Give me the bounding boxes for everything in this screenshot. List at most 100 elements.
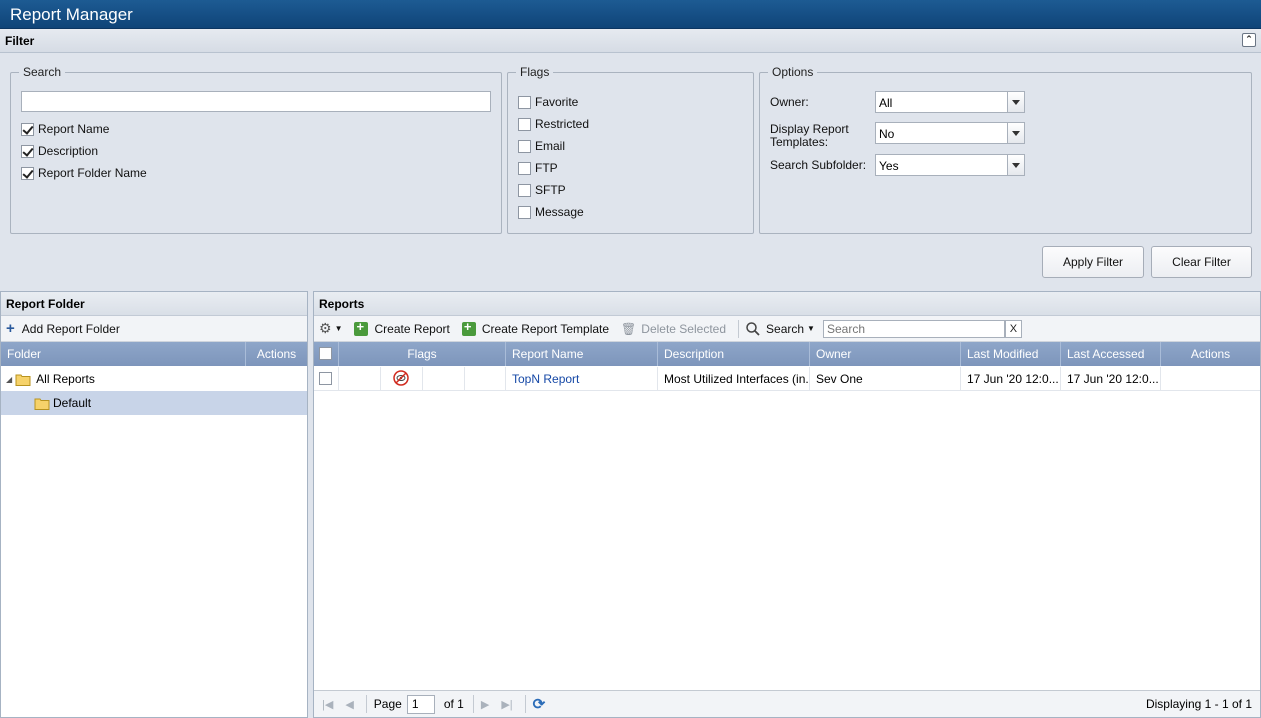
column-header-last-accessed[interactable]: Last Accessed	[1061, 342, 1161, 366]
search-option-folder-name[interactable]: Report Folder Name	[21, 164, 147, 182]
table-row[interactable]: TopN Report Most Utilized Interfaces (in…	[314, 367, 1260, 391]
folder-name-checkbox[interactable]	[21, 166, 34, 180]
column-header-folder[interactable]: Folder	[1, 342, 246, 366]
reports-search-input[interactable]	[822, 319, 1005, 338]
search-menu-label: Search	[766, 321, 805, 336]
flag-option-restricted[interactable]: Restricted	[518, 115, 589, 133]
chevron-down-icon[interactable]	[1007, 92, 1024, 112]
column-header-actions[interactable]: Actions	[1161, 342, 1260, 366]
templates-label: Display Report Templates:	[770, 122, 849, 149]
report-last-accessed: 17 Jun '20 12:0...	[1061, 367, 1161, 391]
tree-node-label: All Reports	[36, 372, 95, 386]
favorite-label: Favorite	[535, 95, 579, 109]
report-folder-title: Report Folder	[1, 292, 307, 316]
favorite-checkbox[interactable]	[518, 95, 531, 109]
clear-search-button[interactable]: X	[1004, 319, 1022, 338]
tree-node-default[interactable]: Default	[1, 391, 307, 415]
description-checkbox[interactable]	[21, 144, 34, 158]
flag-cell	[423, 367, 465, 391]
paging-separator	[365, 695, 367, 713]
templates-select[interactable]: No	[875, 122, 1025, 144]
reports-panel: Reports ⚙ ▼ Create Report Create Report …	[313, 291, 1261, 718]
column-header-actions[interactable]: Actions	[246, 342, 307, 366]
add-report-folder-button[interactable]: + Add Report Folder	[6, 319, 120, 337]
chevron-down-icon: ▼	[807, 324, 815, 333]
apply-filter-button[interactable]: Apply Filter	[1042, 246, 1144, 278]
report-name-label: Report Name	[38, 122, 110, 136]
folder-icon	[15, 374, 31, 386]
collapse-up-icon[interactable]: ⌃	[1242, 33, 1256, 47]
column-header-flags[interactable]: Flags	[339, 342, 506, 366]
column-header-description[interactable]: Description	[658, 342, 810, 366]
report-folder-panel: Report Folder + Add Report Folder Folder…	[0, 291, 308, 718]
sftp-label: SFTP	[535, 183, 566, 197]
paging-separator	[472, 695, 474, 713]
delete-selected-button[interactable]: 🗑 Delete Selected	[621, 322, 726, 336]
chevron-down-icon: ▼	[334, 324, 343, 333]
flag-option-email[interactable]: Email	[518, 137, 565, 155]
subfolder-select[interactable]: Yes	[875, 154, 1025, 176]
search-option-report-name[interactable]: Report Name	[21, 120, 109, 138]
create-report-label: Create Report	[374, 321, 450, 336]
expanded-triangle-icon[interactable]: ◢	[6, 375, 12, 384]
clear-filter-button[interactable]: Clear Filter	[1151, 246, 1252, 278]
settings-menu-button[interactable]: ⚙ ▼	[319, 320, 342, 337]
report-owner: Sev One	[810, 367, 961, 391]
prev-page-icon[interactable]: ◀	[345, 698, 353, 711]
add-report-folder-label: Add Report Folder	[21, 321, 120, 336]
create-template-button[interactable]: Create Report Template	[461, 319, 610, 336]
flag-cell	[381, 367, 423, 391]
sftp-checkbox[interactable]	[518, 183, 531, 197]
paging-toolbar: |◀ ◀ Page of 1 ▶ ▶| ⟳ Displaying 1 - 1 o…	[314, 690, 1260, 717]
chevron-down-icon[interactable]	[1007, 123, 1024, 143]
report-name-checkbox[interactable]	[21, 122, 34, 136]
subfolder-value: Yes	[879, 159, 899, 173]
subfolder-label: Search Subfolder:	[770, 158, 867, 172]
search-legend: Search	[19, 65, 66, 79]
search-option-description[interactable]: Description	[21, 142, 98, 160]
search-menu-button[interactable]: Search ▼	[746, 322, 815, 336]
flag-option-message[interactable]: Message	[518, 203, 584, 221]
select-all-checkbox[interactable]	[319, 347, 332, 360]
filter-search-input[interactable]	[21, 91, 491, 112]
select-all-cell	[314, 342, 339, 366]
delete-selected-label: Delete Selected	[641, 321, 727, 336]
flag-option-sftp[interactable]: SFTP	[518, 181, 566, 199]
email-checkbox[interactable]	[518, 139, 531, 153]
next-page-icon[interactable]: ▶	[481, 698, 489, 711]
paging-separator	[524, 695, 526, 713]
create-template-icon	[461, 319, 476, 336]
chevron-down-icon[interactable]	[1007, 155, 1024, 175]
flag-option-favorite[interactable]: Favorite	[518, 93, 578, 111]
first-page-icon[interactable]: |◀	[322, 698, 333, 711]
column-header-last-modified[interactable]: Last Modified	[961, 342, 1061, 366]
tree-node-all-reports[interactable]: ◢ All Reports	[1, 367, 307, 391]
refresh-icon[interactable]: ⟳	[533, 695, 546, 713]
gear-icon: ⚙	[319, 320, 332, 336]
page-count-label: of 1	[443, 697, 464, 711]
reports-title: Reports	[314, 292, 1260, 316]
owner-value: All	[879, 96, 893, 110]
restricted-eye-icon[interactable]	[393, 370, 409, 386]
column-header-owner[interactable]: Owner	[810, 342, 961, 366]
ftp-checkbox[interactable]	[518, 161, 531, 175]
plus-icon: +	[6, 319, 15, 337]
restricted-checkbox[interactable]	[518, 117, 531, 131]
options-fieldset: Options Owner: All Display Report Templa…	[759, 65, 1252, 234]
create-report-button[interactable]: Create Report	[354, 319, 450, 336]
report-description: Most Utilized Interfaces (in...	[658, 367, 810, 391]
flag-cell	[465, 367, 506, 391]
description-label: Description	[38, 144, 99, 158]
owner-select[interactable]: All	[875, 91, 1025, 113]
flag-option-ftp[interactable]: FTP	[518, 159, 558, 177]
report-last-modified: 17 Jun '20 12:0...	[961, 367, 1061, 391]
row-checkbox[interactable]	[319, 372, 332, 385]
page-number-input[interactable]	[406, 694, 435, 714]
flag-cell	[339, 367, 381, 391]
email-label: Email	[535, 139, 566, 153]
create-template-label: Create Report Template	[481, 321, 610, 336]
report-name-link[interactable]: TopN Report	[506, 367, 658, 391]
last-page-icon[interactable]: ▶|	[501, 698, 512, 711]
column-header-report-name[interactable]: Report Name	[506, 342, 658, 366]
message-checkbox[interactable]	[518, 205, 531, 219]
